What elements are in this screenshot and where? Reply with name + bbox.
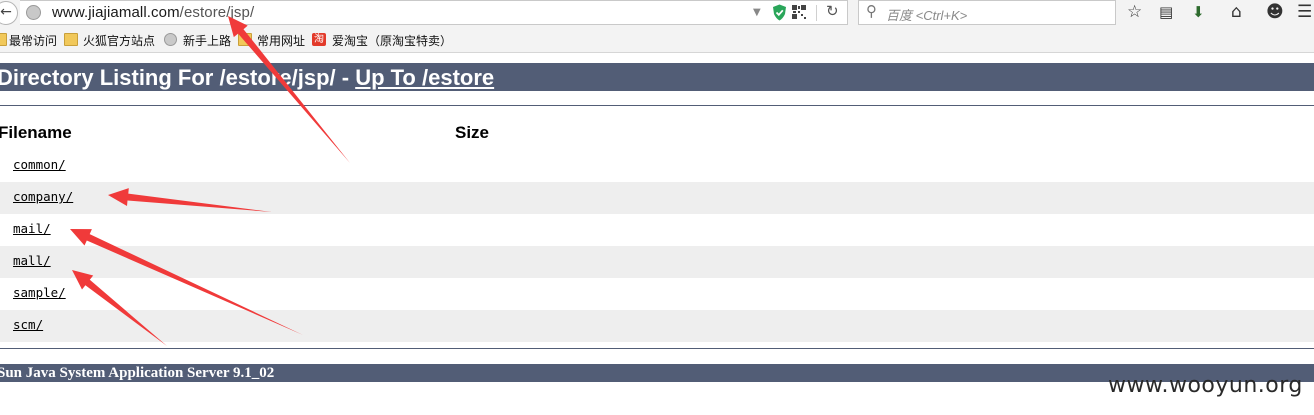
folder-icon bbox=[64, 33, 78, 46]
bookmark-firefox-site[interactable]: 火狐官方站点 bbox=[83, 32, 155, 49]
server-footer: Sun Java System Application Server 9.1_0… bbox=[0, 365, 275, 381]
table-row: mall/ bbox=[0, 246, 1314, 278]
directory-link[interactable]: mall/ bbox=[13, 253, 51, 268]
divider bbox=[0, 348, 1314, 349]
table-row: sample/ bbox=[0, 278, 1314, 310]
globe-icon bbox=[26, 5, 41, 20]
download-icon[interactable]: ⬇ bbox=[1192, 1, 1205, 23]
globe-icon bbox=[164, 33, 177, 46]
column-header-size: Size bbox=[455, 123, 490, 142]
bookmark-ai-taobao[interactable]: 爱淘宝（原淘宝特卖） bbox=[332, 32, 452, 49]
directory-link[interactable]: company/ bbox=[13, 189, 73, 204]
bookmark-common-sites[interactable]: 常用网址 bbox=[257, 32, 305, 49]
divider bbox=[0, 105, 1314, 106]
star-icon[interactable]: ☆ bbox=[1127, 1, 1142, 23]
bookmarks-toolbar: 最常访问 火狐官方站点 新手上路 常用网址 淘 爱淘宝（原淘宝特卖） bbox=[0, 27, 1314, 53]
url-text[interactable]: www.jiajiamall.com/estore/jsp/ bbox=[52, 4, 254, 21]
url-host: www.jiajiamall.com bbox=[52, 4, 180, 21]
reading-list-icon[interactable]: ▤ bbox=[1159, 1, 1173, 23]
qr-code-icon[interactable] bbox=[792, 5, 806, 19]
bookmark-most-visited[interactable]: 最常访问 bbox=[9, 32, 57, 49]
search-icon: ⚲ bbox=[866, 2, 877, 20]
dropdown-icon[interactable]: ▼ bbox=[753, 7, 761, 18]
search-placeholder: 百度 <Ctrl+K> bbox=[886, 8, 968, 23]
search-bar[interactable]: ⚲ 百度 <Ctrl+K> bbox=[858, 0, 1116, 25]
reload-icon[interactable]: ↻ bbox=[826, 2, 839, 20]
bookmark-getting-started[interactable]: 新手上路 bbox=[183, 32, 231, 49]
table-row: company/ bbox=[0, 182, 1314, 214]
menu-icon[interactable]: ☰ bbox=[1297, 1, 1312, 23]
home-icon[interactable]: ⌂ bbox=[1231, 1, 1242, 23]
up-to-parent-link[interactable]: Up To /estore bbox=[355, 65, 494, 90]
column-header-filename: Filename bbox=[0, 123, 72, 142]
table-row: mail/ bbox=[0, 214, 1314, 246]
folder-icon bbox=[238, 33, 252, 46]
page-title: Directory Listing For /estore/jsp/ - Up … bbox=[0, 65, 494, 91]
watermark: www.wooyun.org bbox=[1108, 373, 1303, 398]
directory-link[interactable]: sample/ bbox=[13, 285, 66, 300]
page-title-text: Directory Listing For /estore/jsp/ - bbox=[0, 65, 356, 90]
table-row: common/ bbox=[0, 150, 1314, 182]
taobao-icon: 淘 bbox=[312, 33, 326, 46]
bookmark-folder-icon bbox=[0, 33, 7, 46]
smiley-icon[interactable]: ☻ bbox=[1266, 1, 1284, 23]
navigation-toolbar: ← www.jiajiamall.com/estore/jsp/ ▼ ↻ ⚲ 百… bbox=[0, 0, 1314, 27]
url-path: /estore/jsp/ bbox=[179, 4, 255, 21]
directory-link[interactable]: common/ bbox=[13, 157, 66, 172]
back-button[interactable]: ← bbox=[0, 1, 18, 25]
table-row: scm/ bbox=[0, 310, 1314, 342]
directory-link[interactable]: mail/ bbox=[13, 221, 51, 236]
shield-icon[interactable] bbox=[772, 4, 787, 21]
directory-link[interactable]: scm/ bbox=[13, 317, 43, 332]
address-bar[interactable]: www.jiajiamall.com/estore/jsp/ ▼ bbox=[20, 0, 848, 25]
